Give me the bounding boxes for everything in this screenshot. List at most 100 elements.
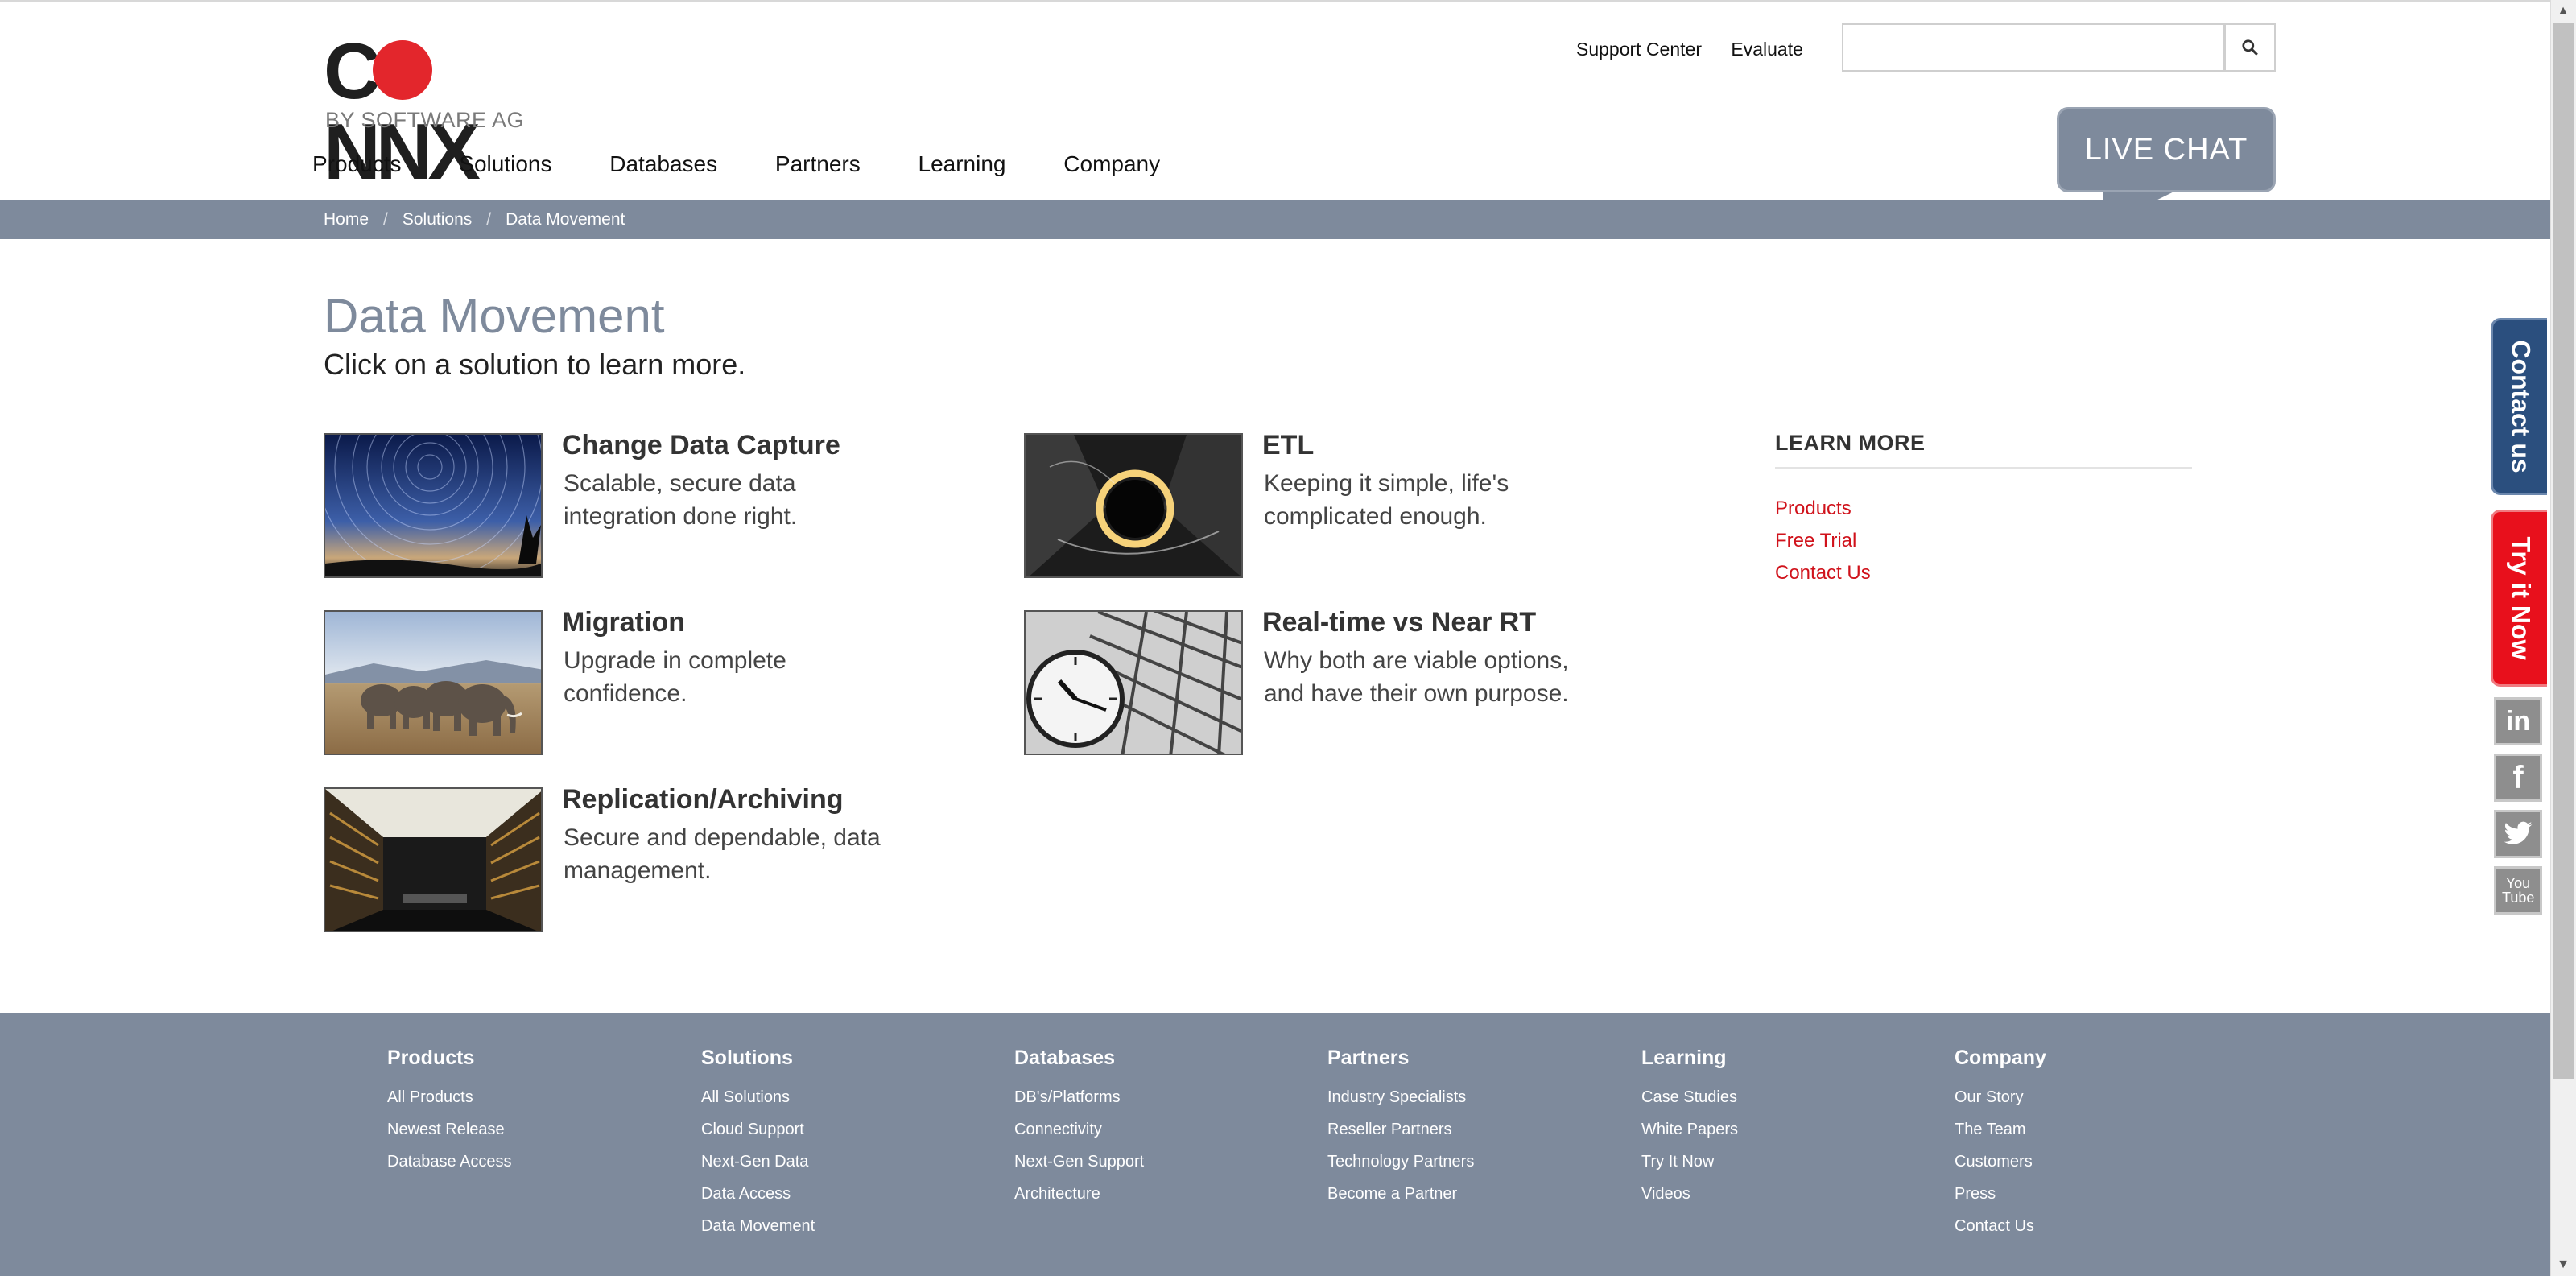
footer-link[interactable]: Database Access bbox=[387, 1146, 661, 1178]
footer-link[interactable]: Connectivity bbox=[1014, 1113, 1288, 1146]
footer-col-learning: Learning Case Studies White Papers Try I… bbox=[1641, 1047, 1915, 1210]
solution-etl[interactable]: ETL Keeping it simple, life's complicate… bbox=[1024, 430, 1716, 578]
search-icon bbox=[2242, 39, 2258, 56]
footer-link[interactable]: Architecture bbox=[1014, 1178, 1288, 1210]
footer-link[interactable]: DB's/Platforms bbox=[1014, 1081, 1288, 1113]
live-chat-label: LIVE CHAT bbox=[2084, 132, 2248, 167]
connx-logo[interactable]: CNNX BY SOFTWARE AG bbox=[324, 31, 581, 192]
footer-link[interactable]: Industry Specialists bbox=[1327, 1081, 1601, 1113]
footer-link[interactable]: Next-Gen Support bbox=[1014, 1146, 1288, 1178]
footer-link[interactable]: Contact Us bbox=[1955, 1210, 2228, 1242]
footer-link[interactable]: All Solutions bbox=[701, 1081, 975, 1113]
linkedin-button[interactable]: in bbox=[2494, 697, 2542, 745]
nav-partners[interactable]: Partners bbox=[775, 151, 861, 177]
breadcrumb: Home / Solutions / Data Movement bbox=[324, 210, 625, 229]
facebook-button[interactable]: f bbox=[2494, 754, 2542, 802]
footer-heading[interactable]: Products bbox=[387, 1047, 661, 1070]
footer-link[interactable]: Customers bbox=[1955, 1146, 2228, 1178]
nav-products[interactable]: Products bbox=[312, 151, 402, 177]
learn-more-title: LEARN MORE bbox=[1775, 431, 2192, 469]
footer-link[interactable]: Our Story bbox=[1955, 1081, 2228, 1113]
nav-solutions[interactable]: Solutions bbox=[459, 151, 551, 177]
footer-col-partners: Partners Industry Specialists Reseller P… bbox=[1327, 1047, 1601, 1210]
support-center-link[interactable]: Support Center bbox=[1576, 39, 1702, 60]
footer-link[interactable]: Press bbox=[1955, 1178, 2228, 1210]
footer-link[interactable]: Try It Now bbox=[1641, 1146, 1915, 1178]
solution-title: Real-time vs Near RT bbox=[1262, 607, 1537, 638]
footer-link[interactable]: All Products bbox=[387, 1081, 661, 1113]
learn-more-panel: LEARN MORE Products Free Trial Contact U… bbox=[1775, 431, 2192, 589]
footer-heading[interactable]: Solutions bbox=[701, 1047, 975, 1070]
footer-col-databases: Databases DB's/Platforms Connectivity Ne… bbox=[1014, 1047, 1288, 1210]
footer-link[interactable]: Technology Partners bbox=[1327, 1146, 1601, 1178]
youtube-icon: You Tube bbox=[2502, 875, 2535, 906]
footer-heading[interactable]: Partners bbox=[1327, 1047, 1601, 1070]
footer-link[interactable]: Data Access bbox=[701, 1178, 975, 1210]
footer-link[interactable]: Case Studies bbox=[1641, 1081, 1915, 1113]
solution-desc: Secure and dependable, data management. bbox=[564, 824, 881, 884]
scroll-down-arrow-icon[interactable]: ▼ bbox=[2555, 1257, 2571, 1273]
contact-us-label: Contact us bbox=[2506, 340, 2535, 473]
footer-link[interactable]: The Team bbox=[1955, 1113, 2228, 1146]
scrollbar-thumb[interactable] bbox=[2553, 23, 2574, 1079]
nav-company[interactable]: Company bbox=[1063, 151, 1160, 177]
solution-title: ETL bbox=[1262, 430, 1315, 460]
logo-red-circle bbox=[372, 40, 432, 100]
solution-desc: Keeping it simple, life's complicated en… bbox=[1264, 470, 1509, 530]
breadcrumb-solutions[interactable]: Solutions bbox=[402, 210, 472, 229]
youtube-button[interactable]: You Tube bbox=[2494, 866, 2542, 915]
footer-link[interactable]: Cloud Support bbox=[701, 1113, 975, 1146]
solution-realtime[interactable]: Real-time vs Near RT Why both are viable… bbox=[1024, 607, 1716, 755]
elephants-image bbox=[324, 610, 543, 755]
search-button[interactable] bbox=[2224, 23, 2276, 72]
utility-links: Support Center Evaluate bbox=[1576, 39, 1827, 60]
nav-learning[interactable]: Learning bbox=[919, 151, 1006, 177]
nav-databases[interactable]: Databases bbox=[609, 151, 717, 177]
page-title: Data Movement bbox=[324, 289, 665, 343]
contact-us-tab[interactable]: Contact us bbox=[2491, 318, 2547, 495]
page-subtitle: Click on a solution to learn more. bbox=[324, 348, 746, 381]
solution-title: Change Data Capture bbox=[562, 430, 840, 460]
footer-link[interactable]: Next-Gen Data bbox=[701, 1146, 975, 1178]
main-nav: Products Solutions Databases Partners Le… bbox=[312, 151, 1212, 177]
linkedin-icon: in bbox=[2505, 705, 2531, 737]
learn-more-contact-link[interactable]: Contact Us bbox=[1775, 557, 2192, 589]
footer-link[interactable]: Videos bbox=[1641, 1178, 1915, 1210]
footer-heading[interactable]: Learning bbox=[1641, 1047, 1915, 1070]
solution-desc: Upgrade in complete confidence. bbox=[564, 647, 786, 707]
footer-link[interactable]: Newest Release bbox=[387, 1113, 661, 1146]
evaluate-link[interactable]: Evaluate bbox=[1731, 39, 1803, 60]
twitter-button[interactable] bbox=[2494, 810, 2542, 858]
learn-more-products-link[interactable]: Products bbox=[1775, 493, 2192, 525]
footer-heading[interactable]: Company bbox=[1955, 1047, 2228, 1070]
breadcrumb-current: Data Movement bbox=[506, 210, 625, 229]
footer-link[interactable]: White Papers bbox=[1641, 1113, 1915, 1146]
station-clock-image bbox=[1024, 610, 1243, 755]
live-chat-button[interactable]: LIVE CHAT bbox=[2057, 107, 2276, 192]
solution-replication-archiving[interactable]: Replication/Archiving Secure and dependa… bbox=[324, 784, 1016, 932]
logo-subtitle: BY SOFTWARE AG bbox=[325, 108, 525, 132]
library-image bbox=[324, 787, 543, 932]
footer-col-company: Company Our Story The Team Customers Pre… bbox=[1955, 1047, 2228, 1242]
solution-title: Replication/Archiving bbox=[562, 784, 844, 815]
top-border bbox=[0, 0, 2576, 2]
solution-desc: Why both are viable options, and have th… bbox=[1264, 647, 1569, 707]
learn-more-free-trial-link[interactable]: Free Trial bbox=[1775, 525, 2192, 557]
solution-change-data-capture[interactable]: Change Data Capture Scalable, secure dat… bbox=[324, 430, 1016, 578]
breadcrumb-home[interactable]: Home bbox=[324, 210, 369, 229]
footer-col-products: Products All Products Newest Release Dat… bbox=[387, 1047, 661, 1178]
footer-heading[interactable]: Databases bbox=[1014, 1047, 1288, 1070]
light-ring-image bbox=[1024, 433, 1243, 578]
try-it-now-tab[interactable]: Try it Now bbox=[2491, 510, 2547, 687]
footer-link[interactable]: Reseller Partners bbox=[1327, 1113, 1601, 1146]
scroll-up-arrow-icon[interactable]: ▲ bbox=[2555, 3, 2571, 19]
solution-desc: Scalable, secure data integration done r… bbox=[564, 470, 798, 530]
star-trails-image bbox=[324, 433, 543, 578]
footer-link[interactable]: Become a Partner bbox=[1327, 1178, 1601, 1210]
solution-migration[interactable]: Migration Upgrade in complete confidence… bbox=[324, 607, 1016, 755]
solution-title: Migration bbox=[562, 607, 685, 638]
footer-link[interactable]: Data Movement bbox=[701, 1210, 975, 1242]
facebook-icon: f bbox=[2512, 759, 2524, 795]
search-input[interactable] bbox=[1842, 23, 2225, 72]
footer-col-solutions: Solutions All Solutions Cloud Support Ne… bbox=[701, 1047, 975, 1242]
